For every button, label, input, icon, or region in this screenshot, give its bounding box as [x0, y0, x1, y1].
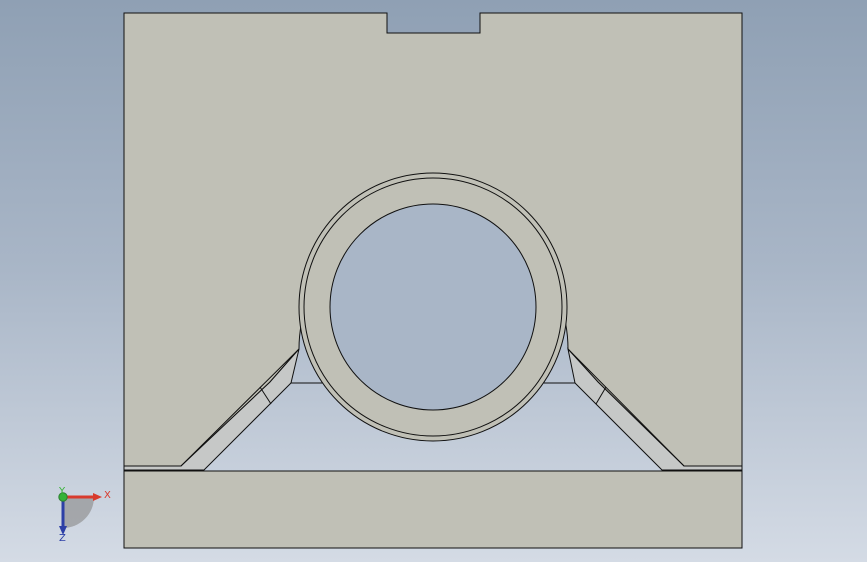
bearing-bore[interactable]	[329, 203, 537, 411]
lower-base-face[interactable]	[123, 470, 743, 549]
y-axis-label: Y	[58, 486, 66, 497]
x-axis-label: X	[104, 490, 111, 501]
z-axis-label: Z	[59, 533, 66, 544]
cad-viewport[interactable]: X Y Z	[0, 0, 867, 562]
